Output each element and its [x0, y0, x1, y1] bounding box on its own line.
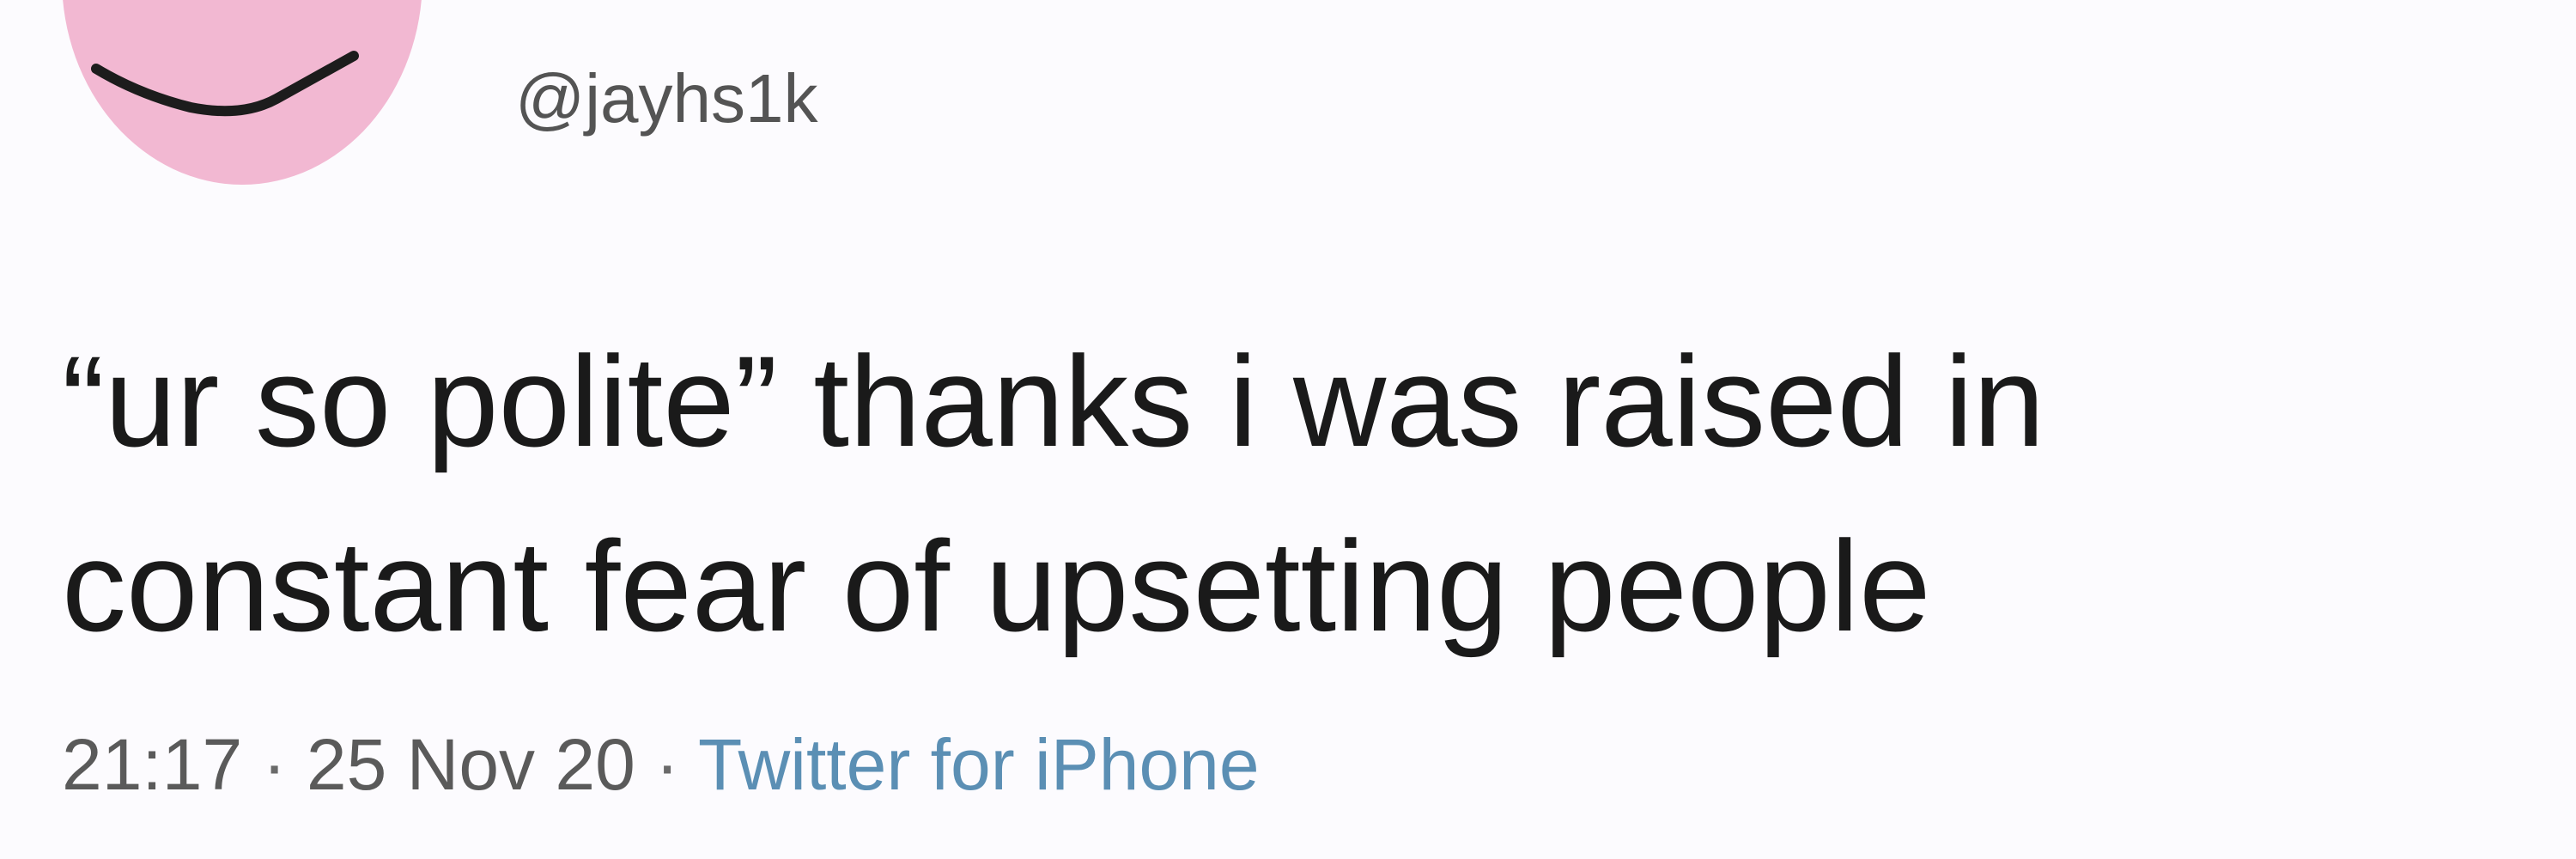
smiley-face-icon — [91, 51, 359, 117]
user-handle[interactable]: @jayhs1k — [515, 56, 817, 142]
tweet-meta: 21:17 · 25 Nov 20 · Twitter for iPhone — [62, 722, 1260, 807]
tweet-text: “ur so polite” thanks i was raised in co… — [62, 309, 2518, 679]
meta-separator: · — [262, 724, 287, 805]
tweet-card: @jayhs1k “ur so polite” thanks i was rai… — [0, 0, 2576, 859]
tweet-time[interactable]: 21:17 — [62, 724, 242, 805]
avatar[interactable] — [62, 0, 422, 185]
tweet-text-line: “ur so polite” thanks i was raised in — [62, 329, 2045, 473]
tweet-text-line: constant fear of upsetting people — [62, 514, 1931, 658]
tweet-date[interactable]: 25 Nov 20 — [307, 724, 635, 805]
tweet-source-link[interactable]: Twitter for iPhone — [698, 724, 1260, 805]
meta-separator: · — [655, 724, 680, 805]
